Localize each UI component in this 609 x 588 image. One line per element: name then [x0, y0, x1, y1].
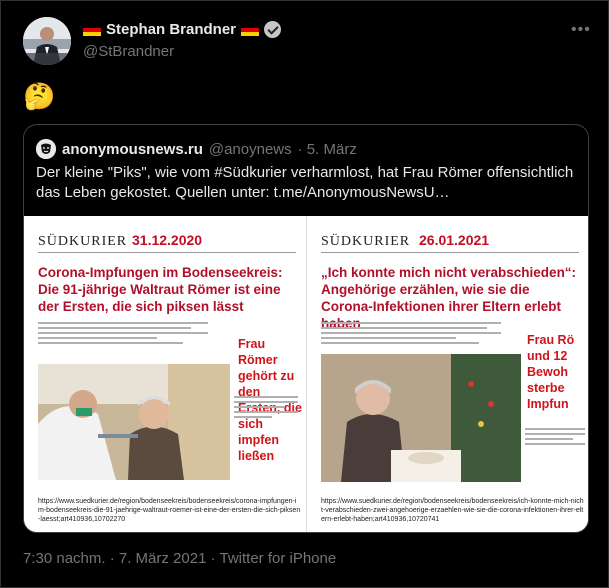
divider [321, 252, 579, 253]
quoted-date[interactable]: · 5. März [298, 141, 357, 158]
vaccination-photo [38, 364, 230, 480]
author-avatar[interactable] [23, 17, 71, 65]
german-flag-icon [241, 23, 260, 36]
quoted-tweet[interactable]: anonymousnews.ru @anoynews · 5. März Der… [23, 124, 589, 533]
quoted-avatar-icon[interactable] [36, 139, 56, 159]
more-options-icon[interactable]: ••• [571, 21, 591, 39]
article-date: 26.01.2021 [419, 232, 490, 248]
quoted-text: Der kleine "Piks", wie vom #Südkurier ve… [36, 164, 574, 201]
red-caption: Frau Rö und 12 Bewoh sterbe Impfun [527, 333, 575, 411]
elderly-woman-photo [321, 354, 521, 482]
avatar-photo-icon [23, 17, 71, 65]
article-body-lines [38, 322, 208, 350]
newspaper-brand: SÜDKURIER [38, 234, 128, 249]
tweet-card: Stephan Brandner @StBrandner ••• 🤔 anony… [0, 0, 609, 588]
article-clipping-right: SÜDKURIER 26.01.2021 „Ich konnte mich ni… [306, 216, 588, 532]
mask-icon [36, 139, 56, 159]
tweet-emoji: 🤔 [23, 81, 56, 111]
quoted-author-name[interactable]: anonymousnews.ru [62, 141, 203, 158]
article-sidebar-lines [234, 396, 298, 424]
article-body-lines [321, 322, 501, 350]
newspaper-brand: SÜDKURIER [321, 234, 411, 249]
article-clipping-left: SÜDKURIER 31.12.2020 Corona-Impfungen im… [24, 216, 306, 532]
author-name-row[interactable]: Stephan Brandner [83, 21, 282, 38]
article-headline: Corona-Impfungen im Bodenseekreis: Die 9… [38, 265, 283, 314]
tweet-timestamp[interactable]: 7:30 nachm. · 7. März 2021 · Twitter for… [23, 550, 336, 567]
verified-badge-icon [264, 21, 282, 38]
article-sidebar-lines [525, 428, 585, 456]
article-url: https://www.suedkurier.de/region/bodense… [321, 498, 584, 523]
quoted-author-handle[interactable]: @anoynews [209, 141, 292, 158]
article-url: https://www.suedkurier.de/region/bodense… [38, 498, 301, 523]
article-date: 31.12.2020 [132, 232, 203, 248]
author-handle[interactable]: @StBrandner [83, 43, 174, 60]
author-name[interactable]: Stephan Brandner [106, 21, 236, 38]
quoted-header: anonymousnews.ru @anoynews · 5. März [36, 139, 357, 159]
divider [38, 252, 296, 253]
quoted-media-image[interactable]: SÜDKURIER 31.12.2020 Corona-Impfungen im… [24, 216, 588, 532]
german-flag-icon [83, 23, 101, 36]
